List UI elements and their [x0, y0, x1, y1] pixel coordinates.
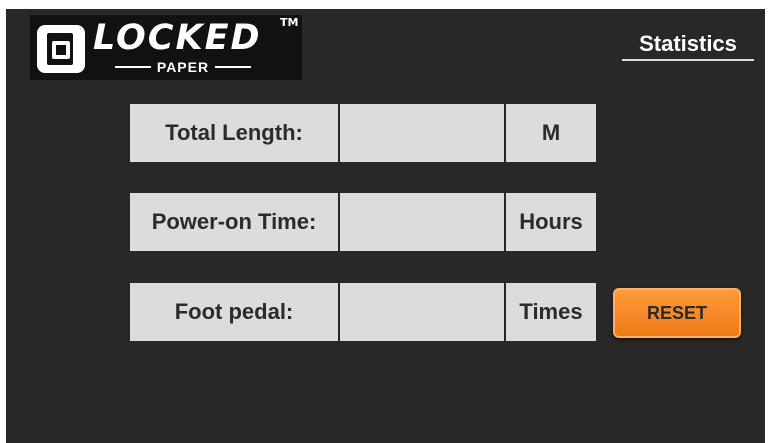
logo-wordmark: LOCKED [93, 18, 262, 58]
power-on-time-label: Power-on Time: [130, 193, 338, 251]
device-screen: LOCKED TM PAPER Statistics Total Length:… [6, 9, 765, 443]
total-length-unit: M [506, 104, 596, 162]
lock-paper-logo-icon [37, 25, 85, 73]
foot-pedal-label: Foot pedal: [130, 283, 338, 341]
foot-pedal-unit: Times [506, 283, 596, 341]
logo-subtitle-text: PAPER [156, 59, 210, 75]
power-on-time-value [340, 193, 504, 251]
reset-button[interactable]: RESET [613, 288, 741, 338]
brand-logo: LOCKED TM PAPER [30, 15, 302, 80]
foot-pedal-value [340, 283, 504, 341]
logo-trademark: TM [280, 16, 299, 29]
total-length-label: Total Length: [130, 104, 338, 162]
power-on-time-unit: Hours [506, 193, 596, 251]
total-length-value [340, 104, 504, 162]
logo-subtitle: PAPER [94, 59, 272, 75]
divider [114, 66, 151, 68]
divider [215, 66, 252, 68]
tab-statistics[interactable]: Statistics [622, 31, 754, 61]
